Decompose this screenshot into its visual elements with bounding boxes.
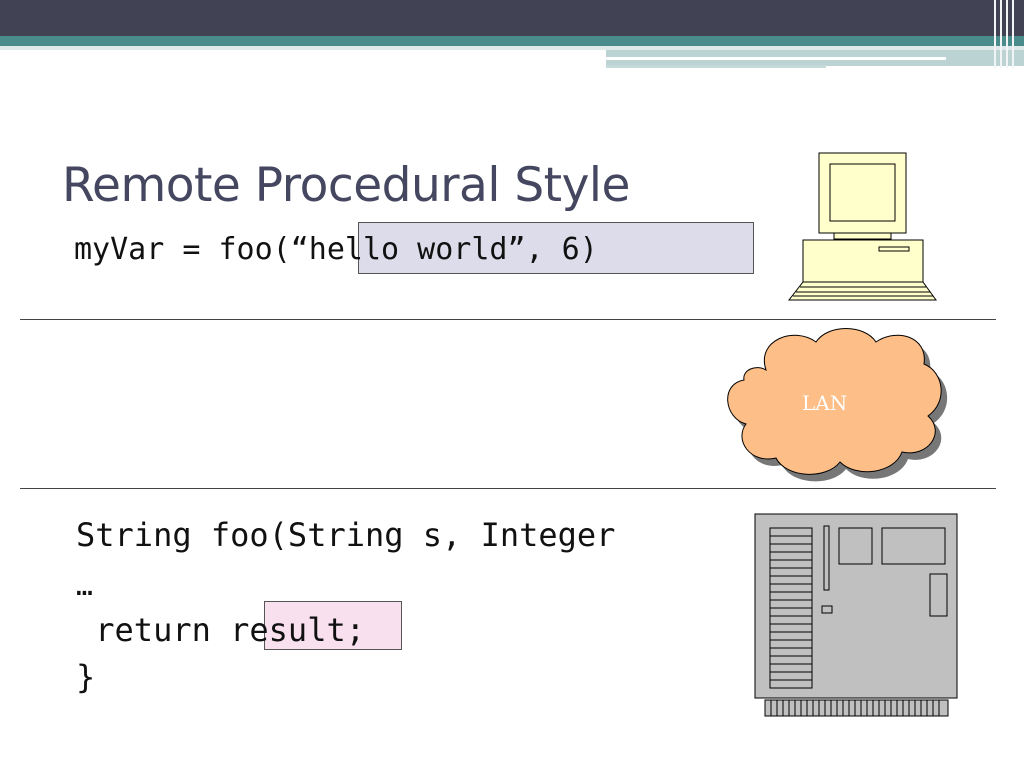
desktop-computer-icon	[787, 152, 937, 301]
header-stripe	[1012, 0, 1014, 68]
slide-title: Remote Procedural Style	[62, 158, 630, 213]
section-divider	[20, 319, 996, 320]
header-accent-line	[606, 57, 946, 60]
server-function-signature: String foo(String s, Integer	[76, 516, 616, 554]
server-return-statement: return result;	[76, 611, 365, 649]
header-bar	[0, 0, 1024, 36]
server-ellipsis: …	[76, 569, 93, 602]
header-stripe	[1000, 0, 1002, 68]
server-closing-brace: }	[76, 658, 96, 696]
header-teal-band	[0, 36, 1024, 46]
header-stripe	[1006, 0, 1008, 68]
header-accent-line-2	[606, 65, 826, 68]
client-call-code: myVar = foo(“hello world”, 6)	[74, 232, 598, 267]
header-stripe	[994, 0, 996, 68]
section-divider	[20, 488, 996, 489]
lan-label: LAN	[802, 391, 848, 415]
server-tower-icon	[754, 513, 958, 717]
